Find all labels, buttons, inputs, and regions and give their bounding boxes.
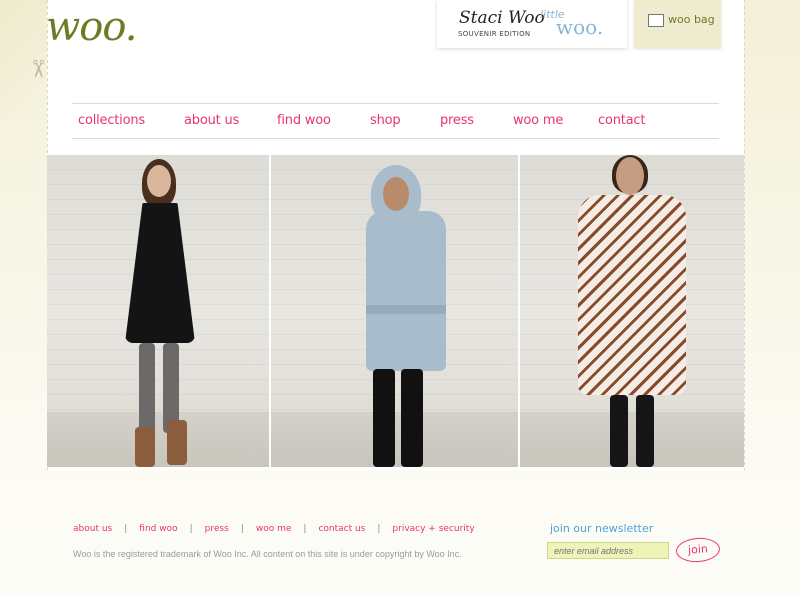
leg — [373, 369, 395, 467]
leg — [636, 395, 654, 467]
photo-model-hooded-coat[interactable] — [271, 155, 518, 467]
leaf-print-dress — [578, 195, 686, 395]
footer-link-woo-me[interactable]: woo me — [256, 524, 292, 534]
coat-belt — [366, 305, 446, 314]
footer-link-press[interactable]: press — [205, 524, 229, 534]
nav-contact[interactable]: contact — [598, 113, 645, 128]
staci-woo-link[interactable]: Staci Woo — [459, 8, 545, 28]
grey-coat — [366, 211, 446, 371]
footer-link-privacy-security[interactable]: privacy + security — [392, 524, 474, 534]
souvenir-edition-label: SOUVENIR EDITION — [458, 30, 531, 38]
footer-separator: | — [303, 524, 307, 534]
head — [147, 165, 171, 197]
leg — [139, 343, 155, 433]
leg — [401, 369, 423, 467]
leg — [610, 395, 628, 467]
boot — [167, 420, 187, 465]
footer-links: about us | find woo | press | woo me | contact u… — [73, 524, 475, 534]
scissors-icon: ✂ — [24, 58, 53, 80]
floor — [47, 412, 269, 467]
copyright-text: Woo is the registered trademark of Woo I… — [73, 549, 462, 559]
little-woo-link[interactable]: woo. — [556, 15, 603, 39]
footer-link-contact-us[interactable]: contact us — [318, 524, 365, 534]
footer-separator: | — [377, 524, 381, 534]
nav-about-us[interactable]: about us — [184, 113, 239, 128]
head — [383, 177, 409, 211]
bag-icon — [648, 14, 664, 27]
woo-bag-label[interactable]: woo bag — [668, 13, 715, 26]
photo-model-black-tunic[interactable] — [47, 155, 269, 467]
footer-separator: | — [240, 524, 244, 534]
nav-woo-me[interactable]: woo me — [513, 113, 563, 128]
newsletter-email-input[interactable] — [547, 542, 669, 559]
join-button[interactable]: join — [675, 536, 721, 564]
site-logo[interactable]: woo. — [46, 4, 137, 50]
nav-collections[interactable]: collections — [78, 113, 145, 128]
footer-link-about-us[interactable]: about us — [73, 524, 112, 534]
nav-find-woo[interactable]: find woo — [277, 113, 331, 128]
nav-press[interactable]: press — [440, 113, 474, 128]
head — [616, 157, 644, 195]
main-nav: collections about us find woo shop press… — [72, 104, 719, 138]
footer-separator: | — [189, 524, 193, 534]
footer-separator: | — [124, 524, 128, 534]
newsletter-label: join our newsletter — [550, 522, 654, 535]
sheet-right-edge — [744, 0, 745, 470]
footer-link-find-woo[interactable]: find woo — [139, 524, 177, 534]
nav-bottom-rule — [72, 138, 719, 139]
boot — [135, 427, 155, 467]
floor — [520, 412, 744, 467]
photo-model-print-dress[interactable] — [520, 155, 744, 467]
nav-shop[interactable]: shop — [370, 113, 401, 128]
